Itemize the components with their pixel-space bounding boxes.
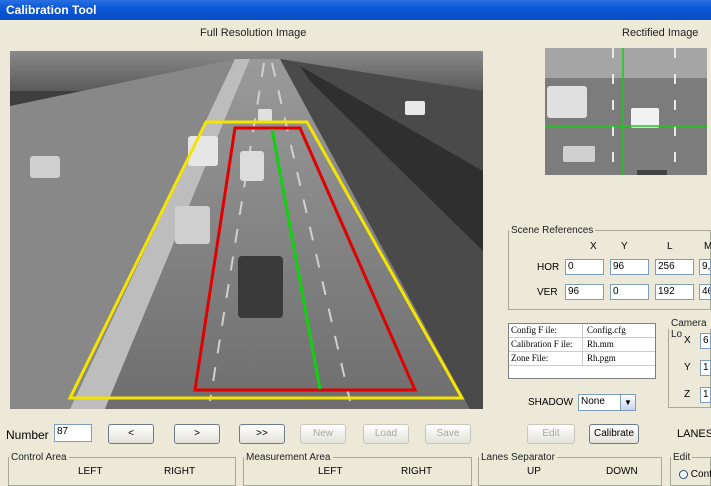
shadow-select[interactable]: None ▼ (578, 394, 636, 411)
next-frame-button[interactable]: > (174, 424, 220, 444)
window-title: Calibration Tool (6, 3, 97, 17)
road-scene (10, 51, 483, 409)
config-file-value[interactable]: Config.cfg (583, 324, 655, 337)
measurement-left-label: LEFT (318, 466, 343, 477)
ver-label: VER (537, 287, 558, 298)
col-x-label: X (590, 241, 597, 252)
dropdown-arrow-icon[interactable]: ▼ (620, 395, 635, 410)
fast-forward-button[interactable]: >> (239, 424, 285, 444)
lanes-down-label: DOWN (606, 466, 638, 477)
edit-option-radio[interactable]: Cont (679, 469, 711, 480)
ver-x-field[interactable]: 96 (565, 284, 604, 300)
full-image-title: Full Resolution Image (200, 27, 307, 39)
edit-legend: Edit (673, 452, 691, 463)
col-y-label: Y (621, 241, 628, 252)
edit-button[interactable]: Edit (527, 424, 575, 444)
hor-label: HOR (537, 262, 560, 273)
config-files-table: Config F ile: Config.cfg Calibration F i… (508, 323, 656, 379)
control-left-label: LEFT (78, 466, 103, 477)
measurement-right-label: RIGHT (401, 466, 433, 477)
car (238, 256, 283, 318)
new-button[interactable]: New (300, 424, 346, 444)
scene-references-legend: Scene References (511, 225, 594, 236)
camera-x-field[interactable]: 6 (700, 333, 711, 349)
edit-option-label: Cont (690, 469, 711, 480)
save-button[interactable]: Save (425, 424, 471, 444)
col-m-label: M (704, 241, 711, 252)
load-button[interactable]: Load (363, 424, 409, 444)
radio-icon[interactable] (679, 469, 688, 479)
camera-z-label: Z (684, 389, 691, 400)
camera-y-label: Y (684, 362, 691, 373)
zone-file-value[interactable]: Rh.pgm (583, 352, 655, 365)
control-right-label: RIGHT (164, 466, 196, 477)
frame-number-field[interactable]: 87 (54, 424, 92, 442)
hor-x-field[interactable]: 0 (565, 259, 604, 275)
number-label: Number (6, 428, 49, 442)
car (258, 109, 272, 121)
hor-y-field[interactable]: 96 (610, 259, 649, 275)
config-row: Calibration F ile: Rh.mm (509, 338, 655, 352)
shadow-value: None (581, 396, 605, 407)
hor-m-field[interactable]: 9,0 (699, 259, 711, 275)
hor-l-field[interactable]: 256 (655, 259, 694, 275)
config-row: Config F ile: Config.cfg (509, 324, 655, 338)
config-file-label: Config F ile: (509, 324, 583, 337)
camera-x-label: X (684, 335, 691, 346)
rectified-scene (545, 48, 707, 175)
car (30, 156, 60, 178)
config-row: Zone File: Rh.pgm (509, 352, 655, 366)
zone-file-label: Zone File: (509, 352, 583, 365)
car (405, 101, 425, 115)
shadow-label: SHADOW (528, 397, 573, 408)
rectified-image-title: Rectified Image (622, 27, 699, 39)
calibrate-button[interactable]: Calibrate (589, 424, 639, 444)
lanes-label: LANES (677, 428, 711, 440)
col-l-label: L (667, 241, 673, 252)
rectified-image[interactable] (545, 48, 707, 175)
full-resolution-image[interactable] (10, 51, 483, 409)
title-bar: Calibration Tool (0, 0, 711, 20)
calibration-file-label: Calibration F ile: (509, 338, 583, 351)
lanes-up-label: UP (527, 466, 541, 477)
calibration-file-value[interactable]: Rh.mm (583, 338, 655, 351)
ver-y-field[interactable]: 0 (610, 284, 649, 300)
camera-z-field[interactable]: 1 (700, 387, 711, 403)
ver-l-field[interactable]: 192 (655, 284, 694, 300)
control-area-legend: Control Area (11, 452, 67, 463)
car (175, 206, 210, 244)
camera-y-field[interactable]: 1 (700, 360, 711, 376)
car (240, 151, 264, 181)
previous-frame-button[interactable]: < (108, 424, 154, 444)
ver-m-field[interactable]: 46 (699, 284, 711, 300)
measurement-area-legend: Measurement Area (246, 452, 331, 463)
lanes-separator-legend: Lanes Separator (481, 452, 555, 463)
